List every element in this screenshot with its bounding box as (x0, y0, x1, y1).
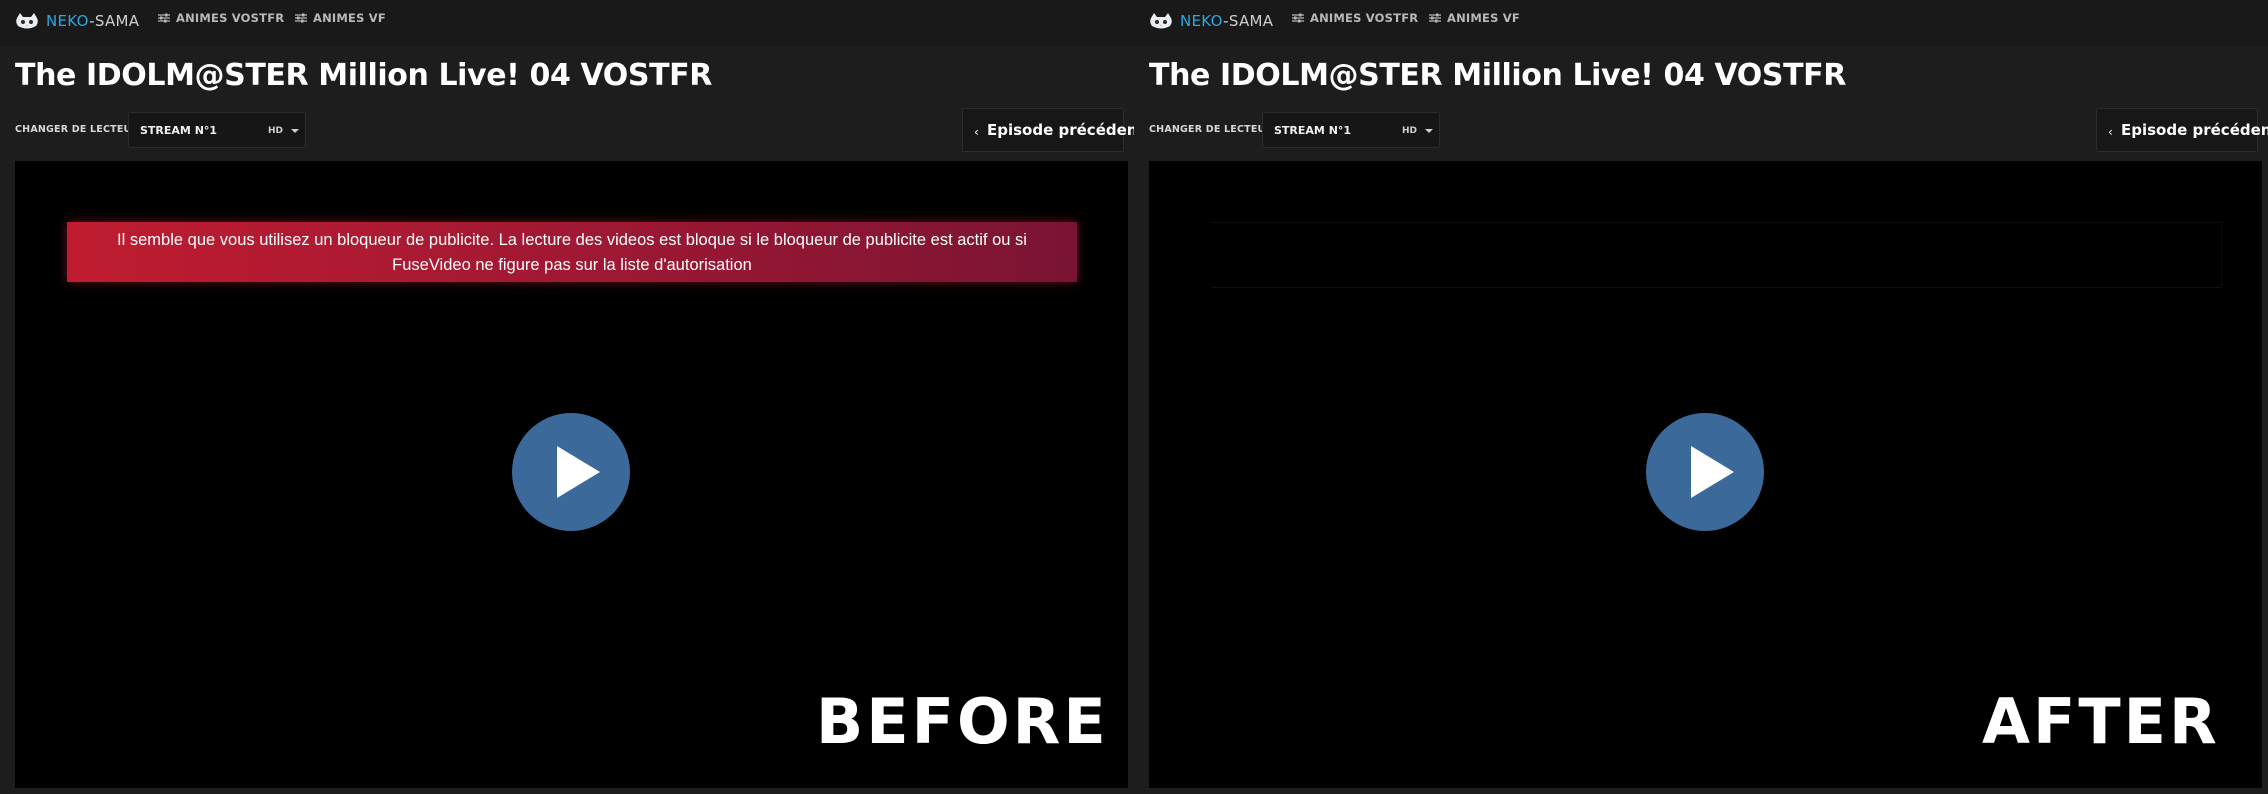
quality-badge: HD (268, 126, 284, 136)
nav-animes-vostfr[interactable]: ANIMES VOSTFR (1292, 9, 1418, 27)
cat-logo-icon (16, 13, 38, 29)
stream-select[interactable]: STREAM N°1 HD (1262, 112, 1440, 148)
stream-select[interactable]: STREAM N°1 HD (128, 112, 306, 148)
player-select-label: CHANGER DE LECTEUR (15, 124, 139, 135)
sliders-icon (295, 13, 307, 23)
sliders-icon (1292, 13, 1304, 23)
top-navbar: NEKO-SAMA ANIMES VOSTFR ANIMES VF (1134, 0, 2268, 47)
adblock-warning-banner: Il semble que vous utilisez un bloqueur … (67, 222, 1077, 282)
logo-text: NEKO-SAMA (46, 12, 140, 30)
chevron-left-icon: ‹ (974, 125, 979, 139)
previous-episode-button[interactable]: ‹ Episode précédent (962, 108, 1134, 152)
previous-episode-label: Episode précédent (2121, 121, 2268, 139)
play-button[interactable] (1646, 413, 1764, 531)
cat-logo-icon (1150, 13, 1172, 29)
top-navbar: NEKO-SAMA ANIMES VOSTFR ANIMES VF (0, 0, 1134, 47)
caret-down-icon (1425, 129, 1433, 133)
stream-select-value: STREAM N°1 (1274, 124, 1352, 137)
stream-select-value: STREAM N°1 (140, 124, 218, 137)
site-logo[interactable]: NEKO-SAMA (1148, 8, 1273, 34)
episode-title: The IDOLM@STER Million Live! 04 VOSTFR (15, 58, 712, 93)
logo-text: NEKO-SAMA (1180, 12, 1274, 30)
caret-down-icon (291, 129, 299, 133)
nav-animes-vostfr-label: ANIMES VOSTFR (1310, 11, 1419, 25)
before-screenshot-panel: NEKO-SAMA ANIMES VOSTFR ANIMES VF The ID… (0, 0, 1134, 794)
hidden-banner-outline (1211, 222, 2222, 288)
video-player[interactable]: Il semble que vous utilisez un bloqueur … (15, 161, 1128, 788)
nav-animes-vf-label: ANIMES VF (313, 11, 386, 25)
nav-animes-vostfr-label: ANIMES VOSTFR (176, 11, 285, 25)
episode-title: The IDOLM@STER Million Live! 04 VOSTFR (1149, 58, 1846, 93)
play-icon (557, 446, 600, 498)
after-label: AFTER (1982, 685, 2220, 758)
player-select-label: CHANGER DE LECTEUR (1149, 124, 1273, 135)
play-icon (1691, 446, 1734, 498)
previous-episode-label: Episode précédent (987, 121, 1134, 139)
sliders-icon (158, 13, 170, 23)
before-label: BEFORE (816, 685, 1109, 758)
video-player[interactable]: AFTER (1149, 161, 2262, 788)
previous-episode-button[interactable]: ‹ Episode précédent (2096, 108, 2268, 152)
site-logo[interactable]: NEKO-SAMA (14, 8, 139, 34)
nav-animes-vostfr[interactable]: ANIMES VOSTFR (158, 9, 284, 27)
nav-animes-vf-label: ANIMES VF (1447, 11, 1520, 25)
chevron-left-icon: ‹ (2108, 125, 2113, 139)
nav-animes-vf[interactable]: ANIMES VF (1429, 9, 1520, 27)
sliders-icon (1429, 13, 1441, 23)
after-screenshot-panel: NEKO-SAMA ANIMES VOSTFR ANIMES VF The ID… (1134, 0, 2268, 794)
nav-animes-vf[interactable]: ANIMES VF (295, 9, 386, 27)
play-button[interactable] (512, 413, 630, 531)
quality-badge: HD (1402, 126, 1418, 136)
